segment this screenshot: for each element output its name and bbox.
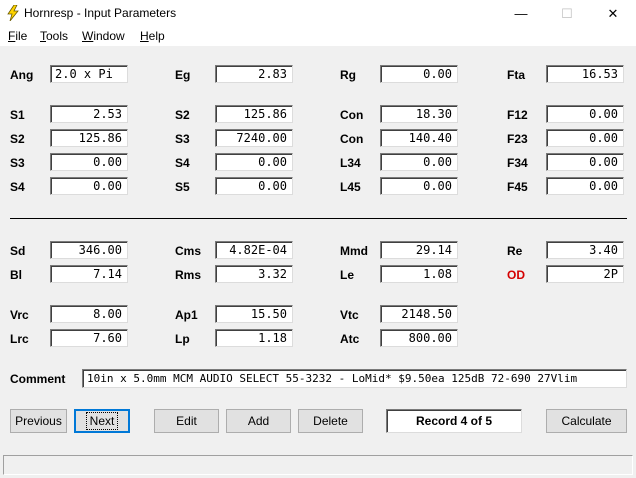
field-f45[interactable]: 0.00: [546, 177, 624, 195]
label-re: Re: [507, 244, 523, 258]
label-s3: S3: [175, 132, 190, 146]
previous-button[interactable]: Previous: [10, 409, 67, 433]
menu-window[interactable]: Window: [82, 29, 125, 43]
lightning-icon: [7, 5, 19, 21]
field-f23[interactable]: 0.00: [546, 129, 624, 147]
label-f12: F12: [507, 108, 528, 122]
label-l34: L34: [340, 156, 361, 170]
menu-bar: File Tools Window Help: [0, 27, 636, 47]
field-mmd[interactable]: 29.14: [380, 241, 458, 259]
field-ang[interactable]: 2.0 x Pi: [50, 65, 128, 83]
next-button[interactable]: Next: [74, 409, 130, 433]
field-s2[interactable]: 125.86: [215, 105, 293, 123]
title-bar: Hornresp - Input Parameters — ☐ ✕: [0, 0, 636, 27]
label-le: Le: [340, 268, 355, 282]
maximize-button[interactable]: ☐: [544, 0, 590, 27]
label-atc: Atc: [340, 332, 360, 346]
field-rg[interactable]: 0.00: [380, 65, 458, 83]
menu-help[interactable]: Help: [140, 29, 165, 43]
field-ap1[interactable]: 15.50: [215, 305, 293, 323]
label-ap1: Ap1: [175, 308, 198, 322]
label-ang: Ang: [10, 68, 34, 82]
label-eg: Eg: [175, 68, 191, 82]
field-con-1[interactable]: 18.30: [380, 105, 458, 123]
label-con-1: Con: [340, 108, 364, 122]
field-s3-horn3[interactable]: 0.00: [50, 153, 128, 171]
label-s3-horn3: S3: [10, 156, 25, 170]
label-od[interactable]: OD: [507, 268, 525, 282]
label-vtc: Vtc: [340, 308, 359, 322]
label-vrc: Vrc: [10, 308, 29, 322]
field-s4[interactable]: 0.00: [215, 153, 293, 171]
field-con-2[interactable]: 140.40: [380, 129, 458, 147]
field-lp[interactable]: 1.18: [215, 329, 293, 347]
field-od[interactable]: 2P: [546, 265, 624, 283]
label-s5: S5: [175, 180, 190, 194]
label-lp: Lp: [175, 332, 190, 346]
menu-tools[interactable]: Tools: [40, 29, 68, 43]
field-l34[interactable]: 0.00: [380, 153, 458, 171]
field-l45[interactable]: 0.00: [380, 177, 458, 195]
field-re[interactable]: 3.40: [546, 241, 624, 259]
parameters-panel: Ang 2.0 x Pi Eg 2.83 Rg 0.00 Fta 16.53 S…: [0, 47, 636, 453]
label-cms: Cms: [175, 244, 202, 258]
field-vtc[interactable]: 2148.50: [380, 305, 458, 323]
field-s3[interactable]: 7240.00: [215, 129, 293, 147]
label-mmd: Mmd: [340, 244, 368, 258]
field-s4-horn4[interactable]: 0.00: [50, 177, 128, 195]
status-bar: [3, 455, 633, 475]
label-rms: Rms: [175, 268, 202, 282]
field-lrc[interactable]: 7.60: [50, 329, 128, 347]
field-le[interactable]: 1.08: [380, 265, 458, 283]
label-f45: F45: [507, 180, 528, 194]
label-l45: L45: [340, 180, 361, 194]
close-button[interactable]: ✕: [590, 0, 636, 27]
label-f23: F23: [507, 132, 528, 146]
delete-button[interactable]: Delete: [298, 409, 363, 433]
field-fta[interactable]: 16.53: [546, 65, 624, 83]
label-comment: Comment: [10, 372, 66, 386]
label-s1: S1: [10, 108, 25, 122]
label-lrc: Lrc: [10, 332, 29, 346]
comment-field[interactable]: 10in x 5.0mm MCM AUDIO SELECT 55-3232 - …: [82, 369, 627, 388]
add-button[interactable]: Add: [226, 409, 291, 433]
field-s1[interactable]: 2.53: [50, 105, 128, 123]
field-sd[interactable]: 346.00: [50, 241, 128, 259]
field-atc[interactable]: 800.00: [380, 329, 458, 347]
label-bl: Bl: [10, 268, 22, 282]
menu-file[interactable]: File: [8, 29, 27, 43]
field-s5[interactable]: 0.00: [215, 177, 293, 195]
field-eg[interactable]: 2.83: [215, 65, 293, 83]
label-rg: Rg: [340, 68, 356, 82]
field-f12[interactable]: 0.00: [546, 105, 624, 123]
label-s4-horn4: S4: [10, 180, 25, 194]
edit-button[interactable]: Edit: [154, 409, 219, 433]
label-s2: S2: [175, 108, 190, 122]
record-indicator: Record 4 of 5: [386, 409, 522, 433]
label-sd: Sd: [10, 244, 26, 258]
field-bl[interactable]: 7.14: [50, 265, 128, 283]
calculate-button[interactable]: Calculate: [546, 409, 627, 433]
field-vrc[interactable]: 8.00: [50, 305, 128, 323]
field-f34[interactable]: 0.00: [546, 153, 624, 171]
field-cms[interactable]: 4.82E-04: [215, 241, 293, 259]
label-s2-horn2: S2: [10, 132, 25, 146]
window-title: Hornresp - Input Parameters: [24, 6, 177, 20]
label-s4: S4: [175, 156, 190, 170]
field-s2-horn2[interactable]: 125.86: [50, 129, 128, 147]
label-f34: F34: [507, 156, 528, 170]
label-fta: Fta: [507, 68, 525, 82]
section-divider: [10, 218, 627, 219]
minimize-button[interactable]: —: [498, 0, 544, 27]
field-rms[interactable]: 3.32: [215, 265, 293, 283]
label-con-2: Con: [340, 132, 364, 146]
